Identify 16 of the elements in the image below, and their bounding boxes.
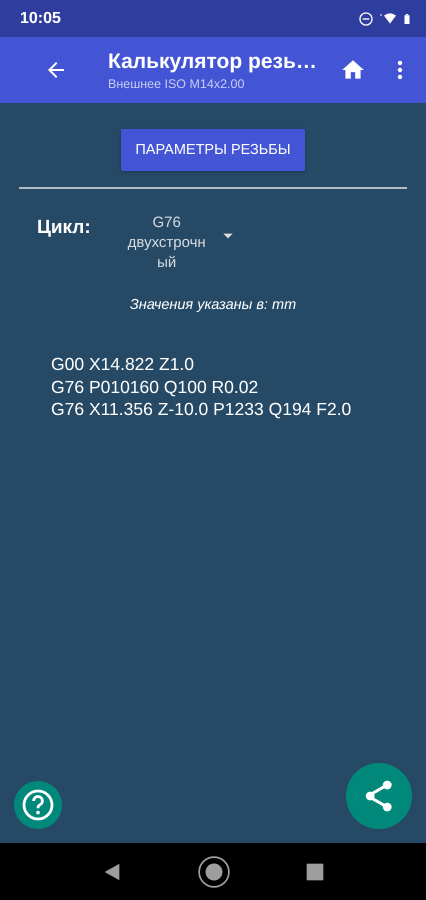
share-button[interactable] [346,763,412,829]
code-line: G76 X11.356 Z-10.0 P1233 Q194 F2.0 [51,398,352,420]
help-button[interactable] [14,781,62,829]
app-subtitle: Внешнее ISO M14x2.00 [108,76,246,90]
units-note: Значения указаны в: mm [128,297,298,313]
do-not-disturb-icon [358,10,374,26]
app-title: Калькулятор резь… [108,50,318,74]
wifi-icon [378,10,398,26]
cycle-label: Цикл: [37,217,91,239]
code-line: G00 X14.822 Z1.0 [51,353,196,376]
parameters-button[interactable]: ПАРАМЕТРЫ РЕЗЬБЫ [121,129,305,171]
code-line: G76 P010160 Q100 R0.02 [51,376,260,398]
status-time: 10:05 [20,10,61,28]
home-button-icon[interactable] [197,854,231,888]
cycle-dropdown[interactable]: G76 двухстрочный [126,213,235,273]
recents-icon[interactable] [305,862,325,882]
